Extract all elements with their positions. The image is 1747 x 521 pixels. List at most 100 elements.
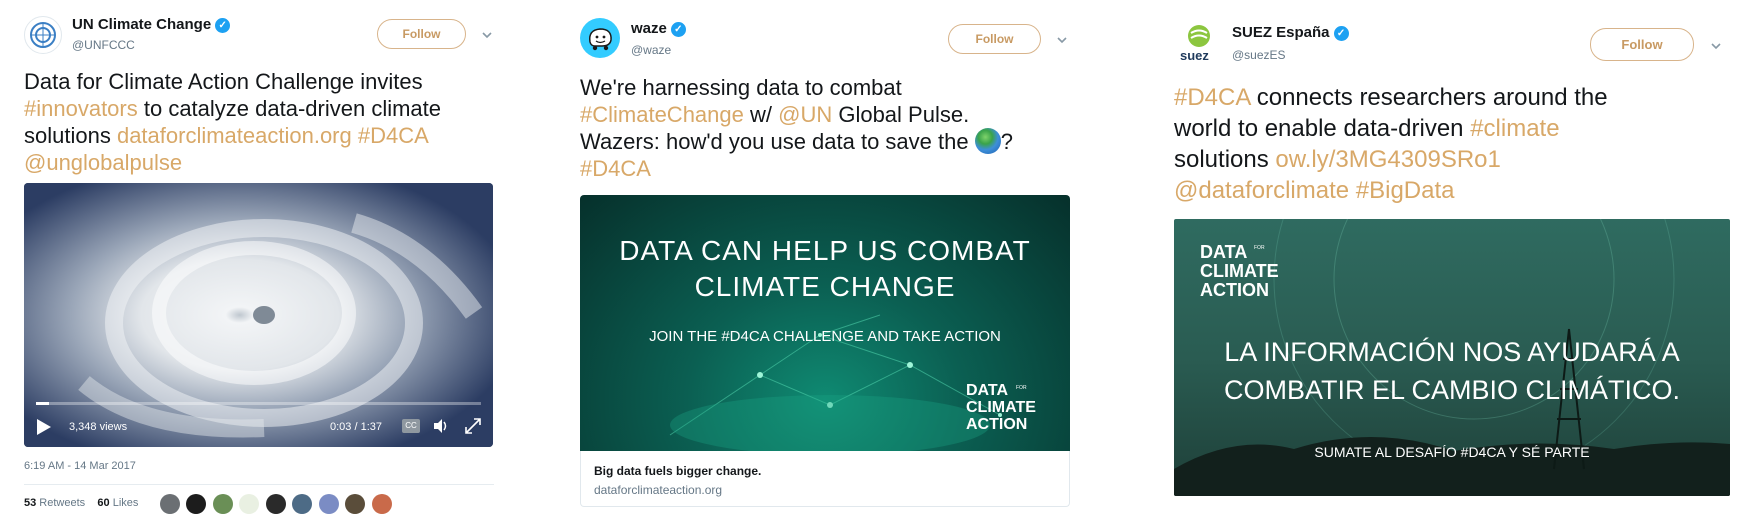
- hashtag-link[interactable]: #D4CA: [580, 156, 651, 181]
- liker-avatar[interactable]: [318, 494, 339, 514]
- tweet-suez: suez SUEZ España ✓ @suezES Follow #D4CA c…: [1170, 0, 1747, 521]
- url-link[interactable]: dataforclimateaction.org: [117, 123, 352, 148]
- liker-avatar[interactable]: [265, 494, 286, 514]
- tweet-line: #D4CA connects researchers around the: [1174, 82, 1734, 113]
- chevron-down-icon[interactable]: [482, 30, 492, 40]
- tweet-line: #ClimateChange w/ @UN Global Pulse.: [580, 101, 1070, 128]
- chevron-down-icon[interactable]: [1057, 35, 1067, 45]
- follow-button[interactable]: Follow: [948, 24, 1041, 54]
- link-card-footer[interactable]: Big data fuels bigger change. dataforcli…: [580, 451, 1070, 507]
- logo-text: ACTION: [1200, 280, 1269, 300]
- liker-avatar[interactable]: [160, 494, 180, 514]
- tweet-line: solutions dataforclimateaction.org #D4CA: [24, 122, 494, 149]
- waze-avatar[interactable]: [580, 18, 620, 58]
- tweet-text-span: world to enable data-driven: [1174, 115, 1471, 142]
- display-name-text: waze: [631, 20, 667, 37]
- liker-avatar[interactable]: [186, 494, 207, 514]
- hashtag-link[interactable]: #D4CA: [1174, 84, 1250, 111]
- tweet-image[interactable]: DATA CLIMATE ACTION FOR LA INFORMACIÓN N…: [1174, 219, 1730, 496]
- tweet-line: @unglobalpulse: [24, 149, 494, 176]
- volume-icon[interactable]: [432, 417, 450, 435]
- divider: [24, 484, 494, 485]
- tweet-line: #innovators to catalyze data-driven clim…: [24, 95, 494, 122]
- logo-for-text: FOR: [1254, 245, 1265, 251]
- hashtag-link[interactable]: #D4CA: [352, 123, 429, 148]
- engagement-stats: 53 Retweets 60 Likes: [24, 497, 138, 509]
- view-count: 3,348 views: [69, 421, 128, 433]
- tweet-text-span: to catalyze data-driven climate: [137, 96, 442, 121]
- tweet-line: solutions ow.ly/3MG4309SRo1: [1174, 144, 1734, 175]
- card-headline-1: DATA CAN HELP US COMBAT: [619, 235, 1031, 266]
- follow-button[interactable]: Follow: [1590, 28, 1694, 61]
- liker-avatar[interactable]: [239, 494, 260, 514]
- display-name-text: UN Climate Change: [72, 16, 212, 33]
- waze-logo-icon: [588, 28, 612, 51]
- tweet-text-span: w/: [743, 102, 779, 127]
- likes-stat[interactable]: 60 Likes: [97, 497, 138, 509]
- mention-link[interactable]: @unglobalpulse: [24, 150, 182, 175]
- chevron-down-icon[interactable]: [1711, 41, 1721, 51]
- un-logo-icon: [30, 22, 56, 48]
- mention-link[interactable]: @UN: [778, 102, 832, 127]
- user-handle[interactable]: @UNFCCC: [72, 38, 135, 52]
- user-handle[interactable]: @waze: [631, 43, 671, 57]
- suez-logo-icon: [1188, 25, 1210, 47]
- verified-icon: ✓: [1333, 26, 1349, 41]
- display-name[interactable]: UN Climate Change ✓: [72, 16, 231, 33]
- hurricane-image: [24, 183, 493, 447]
- image-headline-2: COMBATIR EL CAMBIO CLIMÁTICO.: [1223, 375, 1681, 405]
- hashtag-link[interactable]: #climate: [1470, 115, 1559, 142]
- card-subheadline: JOIN THE #D4CA CHALLENGE AND TAKE ACTION: [649, 328, 1001, 345]
- likers-avatars: [160, 494, 392, 516]
- tweet-text-span: connects researchers around the: [1250, 84, 1608, 111]
- logo-text: DATA: [1200, 242, 1248, 262]
- fullscreen-icon[interactable]: [464, 417, 482, 435]
- tweet-text: Data for Climate Action Challenge invite…: [24, 68, 494, 176]
- link-card-image[interactable]: DATA CAN HELP US COMBAT CLIMATE CHANGE J…: [580, 195, 1070, 451]
- hashtag-link[interactable]: @dataforclimate #BigData: [1174, 177, 1455, 204]
- hashtag-link[interactable]: #innovators: [24, 96, 138, 121]
- display-name-text: SUEZ España: [1232, 24, 1330, 41]
- logo-text: CLIMATE: [966, 399, 1036, 416]
- video-progress-track[interactable]: [36, 402, 481, 405]
- video-progress-fill: [36, 402, 50, 405]
- hashtag-link[interactable]: #ClimateChange: [580, 102, 744, 127]
- retweets-stat[interactable]: 53 Retweets: [24, 497, 85, 509]
- liker-avatar[interactable]: [212, 494, 233, 514]
- display-name[interactable]: waze ✓: [631, 20, 686, 37]
- d4ca-logo: DATA CLIMATE ACTION: [1200, 243, 1279, 300]
- liker-avatar[interactable]: [371, 494, 392, 514]
- video-player[interactable]: 3,348 views 0:03 / 1:37 CC: [24, 183, 493, 447]
- follow-button[interactable]: Follow: [377, 19, 466, 49]
- captions-button[interactable]: CC: [402, 419, 420, 433]
- video-time: 0:03 / 1:37: [330, 421, 382, 433]
- tweet-text: #D4CA connects researchers around the wo…: [1174, 82, 1734, 206]
- logo-for-text: FOR: [1016, 385, 1027, 391]
- tweet-timestamp[interactable]: 6:19 AM - 14 Mar 2017: [24, 460, 136, 472]
- user-handle[interactable]: @suezES: [1232, 48, 1286, 62]
- card-headline-2: CLIMATE CHANGE: [694, 271, 956, 302]
- tweet-text-span: solutions: [1174, 146, 1276, 173]
- unfccc-avatar[interactable]: [24, 16, 62, 54]
- play-icon[interactable]: [36, 418, 52, 436]
- verified-icon: ✓: [670, 22, 686, 37]
- liker-avatar[interactable]: [345, 494, 366, 514]
- tweet-text-span: Global Pulse.: [832, 102, 970, 127]
- tweet-unfccc: UN Climate Change ✓ @UNFCCC Follow Data f…: [0, 0, 500, 521]
- tweet-line: #D4CA: [580, 155, 1070, 182]
- retweets-count: 53: [24, 497, 37, 509]
- image-subheadline: SUMATE AL DESAFÍO #D4CA Y SÉ PARTE: [1314, 444, 1590, 460]
- likes-label: Likes: [109, 497, 139, 509]
- tweet-line: world to enable data-driven #climate: [1174, 113, 1734, 144]
- tweet-line: We're harnessing data to combat: [580, 74, 1070, 101]
- suez-avatar[interactable]: suez: [1178, 24, 1220, 66]
- url-link[interactable]: ow.ly/3MG4309SRo1: [1275, 146, 1500, 173]
- tweet-line: @dataforclimate #BigData: [1174, 175, 1734, 206]
- logo-text: ACTION: [966, 416, 1028, 433]
- tweet-text-span: ?: [1000, 129, 1013, 154]
- liker-avatar[interactable]: [292, 494, 313, 514]
- tweet-text-span: solutions: [24, 123, 117, 148]
- tweet-waze: waze ✓ @waze Follow We're harnessing data…: [570, 0, 1080, 521]
- likes-count: 60: [97, 497, 110, 509]
- display-name[interactable]: SUEZ España ✓: [1232, 24, 1349, 41]
